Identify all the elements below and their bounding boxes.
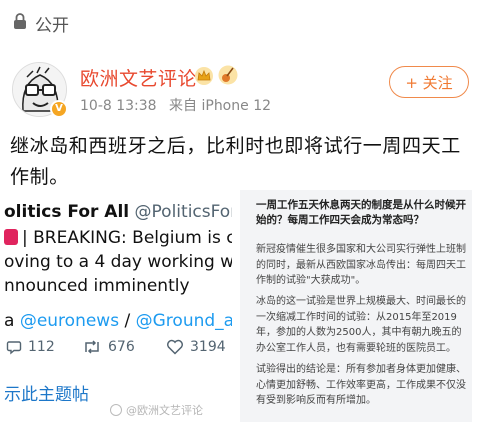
guitar-icon bbox=[218, 65, 238, 85]
verified-badge-icon: V bbox=[50, 100, 68, 118]
article-title: 一周工作五天休息两天的制度是从什么时候开始的？每周工作四天会成为常态吗？ bbox=[256, 199, 466, 226]
watermark: @欧洲文艺评论 bbox=[110, 402, 203, 418]
tweet-author: olitics For All bbox=[4, 202, 130, 222]
post-source: 来自 iPhone 12 bbox=[169, 98, 272, 114]
tweet-line-1: | BREAKING: Belgium is co bbox=[4, 228, 232, 248]
tweet-source-link-1[interactable]: @euronews bbox=[20, 311, 119, 331]
article-image[interactable]: 一周工作五天休息两天的制度是从什么时候开始的？每周工作四天会成为常态吗？ 新冠疫… bbox=[240, 190, 472, 422]
article-paragraph-1: 新冠疫情催生很多国家和大公司实行弹性上班制的同时，最新从西欧国家冰岛传出：每周四… bbox=[256, 244, 466, 286]
tweet-source: a @euronews / @Ground_app bbox=[4, 311, 232, 331]
tweet-line-2: oving to a 4 day working week, bbox=[4, 252, 232, 272]
tweet-line-3: nnounced imminently bbox=[4, 276, 190, 296]
lock-icon bbox=[14, 13, 26, 29]
reply-icon bbox=[6, 341, 22, 355]
retweet-icon bbox=[85, 340, 99, 354]
article-paragraph-3: 试验得出的结论是：所有参加者身体更加健康、心情更加舒畅、工作效率更高，工作成果不… bbox=[256, 364, 466, 406]
heart-icon bbox=[167, 339, 183, 355]
tweet-actions: 112 676 3194 bbox=[0, 339, 232, 361]
tweet-source-link-2[interactable]: @Ground_app bbox=[136, 311, 232, 331]
article-paragraph-2: 冰岛的这一试验是世界上规模最大、时间最长的一次缩减工作时间的试验：从2015年至… bbox=[256, 296, 466, 354]
visibility-label: 公开 bbox=[35, 16, 69, 36]
follow-button[interactable]: + 关注 bbox=[389, 66, 469, 98]
tweet-handle: @PoliticsForAll · bbox=[134, 202, 232, 222]
post-text: 继冰岛和西班牙之后，比利时也即将试行一周四天工作制。 bbox=[10, 135, 461, 188]
tweet-header: olitics For All @PoliticsForAll · bbox=[4, 202, 232, 222]
crown-icon bbox=[195, 67, 213, 85]
weibo-watermark-icon bbox=[110, 404, 122, 416]
tweet-retweets: 676 bbox=[82, 339, 135, 355]
post-date: 10-8 13:38 bbox=[80, 98, 157, 114]
siren-icon bbox=[4, 229, 18, 245]
tweet-likes: 3194 bbox=[166, 339, 226, 355]
post-meta: 10-8 13:38 来自 iPhone 12 bbox=[80, 95, 279, 115]
topic-link[interactable]: 示此主题帖 bbox=[4, 380, 89, 405]
tweet-replies: 112 bbox=[6, 339, 55, 355]
visibility-bar: 公开 bbox=[0, 0, 480, 44]
author-name[interactable]: 欧洲文艺评论 bbox=[80, 64, 197, 91]
